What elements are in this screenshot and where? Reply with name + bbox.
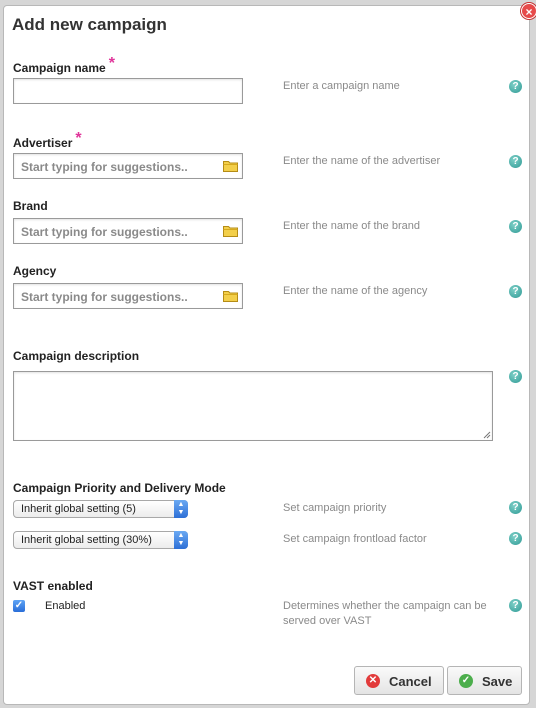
description-textarea[interactable] (13, 371, 493, 441)
brand-input[interactable]: Start typing for suggestions.. (13, 218, 243, 244)
save-button-label: Save (482, 674, 513, 689)
required-marker: * (108, 55, 115, 72)
folder-icon[interactable] (223, 290, 238, 302)
campaign-name-hint: Enter a campaign name (283, 80, 400, 92)
priority-select-value: Inherit global setting (5) (21, 503, 136, 515)
campaign-name-input[interactable] (13, 78, 243, 104)
agency-hint: Enter the name of the agency (283, 285, 428, 297)
vast-label: VAST enabled (13, 579, 93, 593)
select-arrows-icon: ▲ ▼ (174, 500, 188, 518)
advertiser-placeholder: Start typing for suggestions.. (21, 160, 188, 174)
frontload-select[interactable]: Inherit global setting (30%) ▲ ▼ (13, 531, 188, 549)
frontload-select-value: Inherit global setting (30%) (21, 534, 152, 546)
agency-label: Agency (13, 264, 57, 278)
cancel-x-icon: ✕ (366, 674, 380, 688)
campaign-name-label: Campaign name * (13, 55, 115, 77)
agency-placeholder: Start typing for suggestions.. (21, 290, 188, 304)
frontload-hint: Set campaign frontload factor (283, 533, 427, 545)
help-icon[interactable]: ? (509, 599, 522, 612)
brand-label: Brand (13, 199, 48, 213)
save-button[interactable]: ✓ Save (447, 666, 522, 695)
help-icon[interactable]: ? (509, 532, 522, 545)
advertiser-label: Advertiser * (13, 130, 82, 152)
brand-placeholder: Start typing for suggestions.. (21, 225, 188, 239)
description-label: Campaign description (13, 349, 140, 363)
resize-grip-icon[interactable] (483, 431, 491, 439)
help-icon[interactable]: ? (509, 155, 522, 168)
folder-icon[interactable] (223, 160, 238, 172)
vast-enabled-checkbox[interactable]: ✓ (13, 600, 25, 612)
help-icon[interactable]: ? (509, 370, 522, 383)
advertiser-hint: Enter the name of the advertiser (283, 155, 441, 167)
help-icon[interactable]: ? (509, 220, 522, 233)
cancel-button-label: Cancel (389, 674, 432, 689)
brand-hint: Enter the name of the brand (283, 220, 420, 232)
vast-enabled-label[interactable]: Enabled (45, 600, 85, 612)
help-icon[interactable]: ? (509, 285, 522, 298)
help-icon[interactable]: ? (509, 501, 522, 514)
agency-input[interactable]: Start typing for suggestions.. (13, 283, 243, 309)
dialog-title: Add new campaign (12, 15, 167, 34)
cancel-button[interactable]: ✕ Cancel (354, 666, 444, 695)
priority-hint: Set campaign priority (283, 502, 387, 514)
select-arrows-icon: ▲ ▼ (174, 531, 188, 549)
help-icon[interactable]: ? (509, 80, 522, 93)
save-check-icon: ✓ (459, 674, 473, 688)
required-marker: * (75, 130, 82, 147)
priority-section-label: Campaign Priority and Delivery Mode (13, 481, 226, 495)
close-icon[interactable]: × (521, 3, 536, 19)
advertiser-input[interactable]: Start typing for suggestions.. (13, 153, 243, 179)
priority-select[interactable]: Inherit global setting (5) ▲ ▼ (13, 500, 188, 518)
vast-hint: Determines whether the campaign can be s… (283, 600, 487, 627)
advertiser-label-text: Advertiser (13, 136, 73, 150)
folder-icon[interactable] (223, 225, 238, 237)
campaign-name-label-text: Campaign name (13, 61, 106, 75)
